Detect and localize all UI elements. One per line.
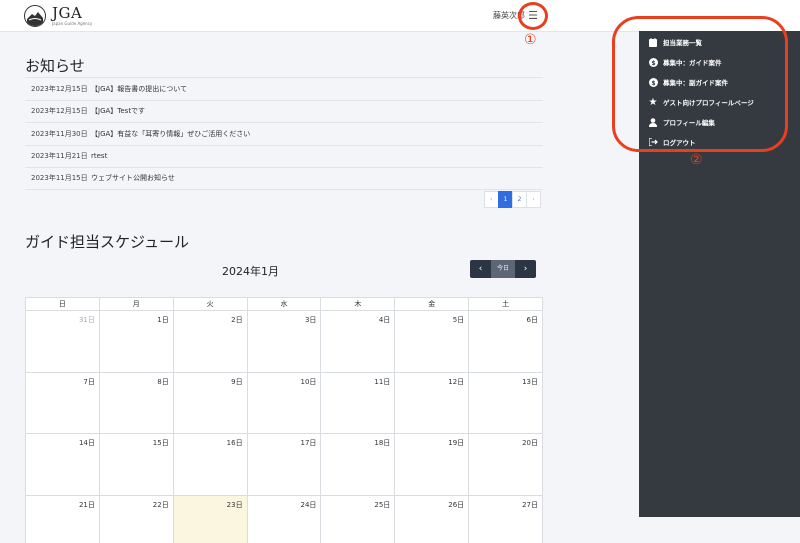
calendar-day[interactable]: 13日 [469, 372, 544, 434]
annotation-circle-2 [612, 16, 788, 152]
calendar-month: 2024年1月 [222, 265, 279, 278]
calendar-day[interactable]: 7日 [26, 372, 100, 434]
calendar-day[interactable]: 21日 [26, 495, 100, 543]
schedule-title: ガイド担当スケジュール [25, 233, 189, 251]
calendar-nav: ‹ 今日 › [470, 260, 536, 278]
weekday-label: 水 [247, 298, 322, 311]
pager-page-1[interactable]: 1 [498, 191, 513, 208]
calendar-day-today[interactable]: 23日 [173, 495, 248, 543]
calendar-day[interactable]: 14日 [26, 434, 100, 496]
calendar-day[interactable]: 20日 [469, 434, 544, 496]
calendar-day[interactable]: 3日 [247, 311, 322, 373]
calendar-grid: 日 月 火 水 木 金 土 31日 1日 2日 3日 4日 5日 6日 7日 8… [25, 297, 544, 543]
list-item[interactable]: 2023年11月30日 【JGA】有益な「耳寄り情報」ぜひご活用ください [25, 122, 543, 145]
calendar-day[interactable]: 15日 [99, 434, 174, 496]
logo-subtitle: Japan Guide Agency [52, 21, 93, 26]
calendar-day[interactable]: 4日 [321, 311, 396, 373]
notice-date: 2023年12月15日 [31, 107, 88, 116]
pagination: ‹ 1 2 › [484, 191, 541, 208]
calendar-day[interactable]: 9日 [173, 372, 248, 434]
weekday-label: 火 [173, 298, 248, 311]
weekday-label: 金 [395, 298, 470, 311]
logo-mark-icon [24, 5, 46, 27]
calendar-day[interactable]: 11日 [321, 372, 396, 434]
pager-prev-button[interactable]: ‹ [484, 191, 499, 208]
weekday-label: 日 [26, 298, 100, 311]
notice-title[interactable]: 【JGA】有益な「耳寄り情報」ぜひご活用ください [91, 129, 250, 139]
notice-date: 2023年11月21日 [31, 152, 88, 161]
notice-date: 2023年12月15日 [31, 84, 88, 93]
annotation-marker-1: ① [524, 32, 537, 48]
calendar-day[interactable]: 12日 [395, 372, 470, 434]
calendar-day[interactable]: 8日 [99, 372, 174, 434]
calendar-day[interactable]: 16日 [173, 434, 248, 496]
calendar-prev-button[interactable]: ‹ [470, 260, 491, 278]
calendar-day[interactable]: 27日 [469, 495, 544, 543]
calendar-day[interactable]: 26日 [395, 495, 470, 543]
annotation-circle-1 [518, 2, 548, 30]
calendar-day[interactable]: 5日 [395, 311, 470, 373]
calendar-day[interactable]: 24日 [248, 495, 322, 543]
logo-title: JGA [52, 4, 83, 22]
calendar-day[interactable]: 22日 [100, 495, 174, 543]
weekday-label: 土 [469, 298, 544, 311]
calendar-day[interactable]: 6日 [469, 311, 544, 373]
notice-title[interactable]: 【JGA】報告書の提出について [91, 84, 187, 94]
calendar-day[interactable]: 19日 [395, 434, 470, 496]
calendar-day[interactable]: 2日 [173, 311, 248, 373]
list-item[interactable]: 2023年12月15日 【JGA】報告書の提出について [25, 77, 543, 100]
calendar-day[interactable]: 31日 [26, 311, 100, 373]
pager-page-2[interactable]: 2 [512, 191, 527, 208]
notice-title[interactable]: 【JGA】Testです [91, 106, 145, 116]
calendar-weekday-header: 日 月 火 水 木 金 土 [26, 298, 544, 311]
calendar-week: 21日 22日 23日 24日 25日 26日 27日 [26, 495, 544, 543]
calendar-week: 14日 15日 16日 17日 18日 19日 20日 [26, 434, 544, 496]
calendar-day[interactable]: 10日 [247, 372, 322, 434]
weekday-label: 月 [99, 298, 174, 311]
list-item[interactable]: 2023年11月15日 ウェブサイト公開お知らせ [25, 167, 543, 190]
weekday-label: 木 [321, 298, 396, 311]
calendar-week: 31日 1日 2日 3日 4日 5日 6日 [26, 311, 544, 373]
calendar-day[interactable]: 25日 [321, 495, 396, 543]
annotation-marker-2: ② [690, 152, 703, 168]
calendar-week: 7日 8日 9日 10日 11日 12日 13日 [26, 372, 544, 434]
notice-list: 2023年12月15日 【JGA】報告書の提出について 2023年12月15日 … [25, 77, 543, 190]
notices-title: お知らせ [25, 57, 85, 75]
calendar-today-button[interactable]: 今日 [491, 260, 515, 278]
notice-date: 2023年11月30日 [31, 129, 88, 138]
logo[interactable]: JGA Japan Guide Agency [24, 4, 92, 28]
calendar-day[interactable]: 1日 [99, 311, 174, 373]
notice-title[interactable]: rtest [91, 152, 107, 160]
calendar-next-button[interactable]: › [515, 260, 536, 278]
notice-date: 2023年11月15日 [31, 174, 88, 183]
pager-next-button[interactable]: › [526, 191, 541, 208]
calendar-day[interactable]: 18日 [321, 434, 396, 496]
calendar-day[interactable]: 17日 [247, 434, 322, 496]
list-item[interactable]: 2023年12月15日 【JGA】Testです [25, 99, 543, 123]
list-item[interactable]: 2023年11月21日 rtest [25, 144, 543, 168]
notice-title[interactable]: ウェブサイト公開お知らせ [91, 173, 175, 183]
